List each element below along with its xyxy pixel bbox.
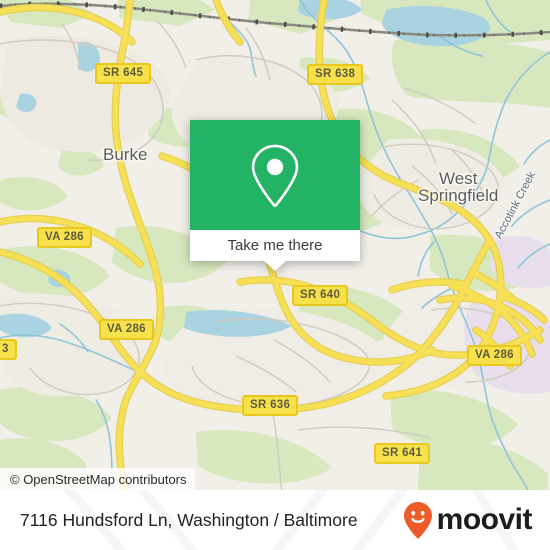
location-pin-icon [251, 144, 299, 207]
moovit-logo[interactable]: moovit [403, 501, 533, 539]
map-canvas[interactable]: Burke West Springfield Accotink Creek SR… [0, 0, 550, 490]
road-shield-sr-636: SR 636 [242, 395, 299, 416]
take-me-there-callout[interactable]: Take me there [190, 120, 360, 271]
road-shield-va-286-west: VA 286 [99, 319, 154, 340]
place-label-west-springfield: West Springfield [418, 170, 498, 204]
road-shield-clipped-left-edge: 3 [0, 339, 17, 360]
place-label-burke: Burke [103, 145, 148, 164]
road-shield-va-286-east: VA 286 [467, 345, 522, 366]
road-shield-sr-640: SR 640 [292, 285, 349, 306]
map-screenshot: Burke West Springfield Accotink Creek SR… [0, 0, 550, 550]
callout-header [190, 120, 360, 230]
road-shield-va-286-northwest: VA 286 [37, 227, 92, 248]
place-label-line: West [438, 169, 478, 188]
road-shield-sr-641: SR 641 [374, 443, 431, 464]
moovit-wordmark: moovit [436, 503, 533, 536]
road-shield-sr-638: SR 638 [307, 64, 364, 85]
callout-body[interactable]: Take me there [190, 230, 360, 261]
moovit-pin-smiley-icon [403, 502, 432, 539]
osm-attribution[interactable]: © OpenStreetMap contributors [0, 468, 195, 490]
footer-bar: 7116 Hundsford Ln, Washington / Baltimor… [0, 490, 550, 550]
road-shield-sr-645: SR 645 [95, 63, 152, 84]
callout-pointer [264, 261, 286, 271]
place-label-line: Springfield [418, 186, 499, 205]
take-me-there-label: Take me there [227, 236, 323, 254]
address-label: 7116 Hundsford Ln, Washington / Baltimor… [20, 509, 358, 530]
